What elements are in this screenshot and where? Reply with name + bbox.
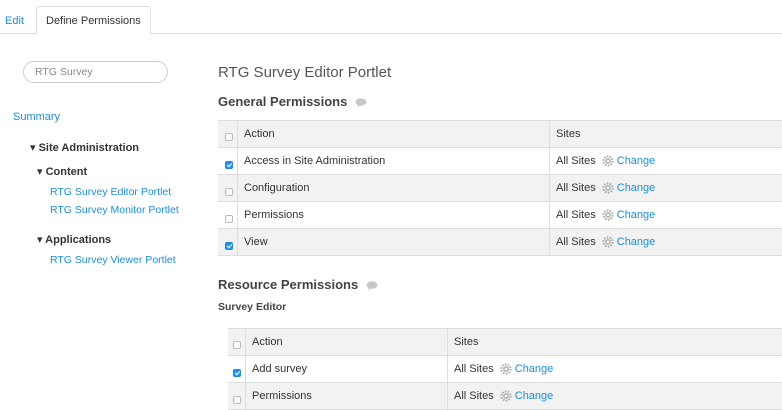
all-sites-text: All Sites xyxy=(454,390,494,402)
row-sites: All Sites Change xyxy=(549,202,782,228)
change-link[interactable]: Change xyxy=(602,155,656,167)
gear-icon xyxy=(602,182,614,194)
row-action: Configuration xyxy=(237,175,549,201)
general-permissions-heading: General Permissions xyxy=(218,94,367,109)
survey-editor-subtitle: Survey Editor xyxy=(218,301,287,313)
row-sites: All Sites Change xyxy=(549,229,782,255)
row-action: Access in Site Administration xyxy=(237,148,549,174)
row-checkbox[interactable] xyxy=(225,188,233,196)
speech-bubble-icon[interactable] xyxy=(366,280,378,291)
tab-define-permissions[interactable]: Define Permissions xyxy=(36,6,151,35)
search-input[interactable]: RTG Survey xyxy=(23,61,168,83)
table-row: Add survey All Sites Change xyxy=(228,356,782,383)
column-header-sites: Sites xyxy=(447,329,782,355)
row-checkbox[interactable] xyxy=(225,161,233,169)
all-sites-text: All Sites xyxy=(556,209,596,221)
general-permissions-table: Action Sites Access in Site Administrati… xyxy=(218,120,782,256)
table-row: Permissions All Sites Change xyxy=(228,383,782,410)
table-header-row: Action Sites xyxy=(218,121,782,148)
table-row: Configuration All Sites Change xyxy=(218,175,782,202)
tab-bar: Edit Define Permissions xyxy=(0,0,782,35)
row-sites: All Sites Change xyxy=(549,175,782,201)
row-sites: All Sites Change xyxy=(549,148,782,174)
gear-icon xyxy=(602,236,614,248)
nav-rtg-survey-viewer-portlet[interactable]: RTG Survey Viewer Portlet xyxy=(50,254,176,266)
column-header-action: Action xyxy=(237,121,549,147)
change-link[interactable]: Change xyxy=(500,363,554,375)
row-checkbox[interactable] xyxy=(225,215,233,223)
resource-permissions-title: Resource Permissions xyxy=(218,277,359,292)
change-link[interactable]: Change xyxy=(602,182,656,194)
row-checkbox[interactable] xyxy=(225,242,233,250)
all-sites-text: All Sites xyxy=(556,155,596,167)
resource-permissions-heading: Resource Permissions xyxy=(218,277,378,292)
row-sites: All Sites Change xyxy=(447,356,782,382)
speech-bubble-icon[interactable] xyxy=(355,97,367,108)
nav-applications[interactable]: ▾ Applications xyxy=(37,233,111,246)
change-label: Change xyxy=(514,390,554,402)
table-header-row: Action Sites xyxy=(228,329,782,356)
all-sites-text: All Sites xyxy=(454,363,494,375)
page-title: RTG Survey Editor Portlet xyxy=(218,64,392,81)
row-action: View xyxy=(237,229,549,255)
change-link[interactable]: Change xyxy=(602,209,656,221)
change-label: Change xyxy=(616,155,656,167)
change-label: Change xyxy=(616,236,656,248)
table-row: Permissions All Sites Change xyxy=(218,202,782,229)
row-sites: All Sites Change xyxy=(447,383,782,409)
nav-content[interactable]: ▾ Content xyxy=(37,165,87,178)
table-row: View All Sites Change xyxy=(218,229,782,256)
nav-rtg-survey-monitor-portlet[interactable]: RTG Survey Monitor Portlet xyxy=(50,204,179,216)
row-action: Permissions xyxy=(237,202,549,228)
row-checkbox[interactable] xyxy=(233,369,241,377)
all-sites-text: All Sites xyxy=(556,182,596,194)
column-header-action: Action xyxy=(245,329,447,355)
row-action: Add survey xyxy=(245,356,447,382)
change-label: Change xyxy=(514,363,554,375)
column-header-sites: Sites xyxy=(549,121,782,147)
table-row: Access in Site Administration All Sites … xyxy=(218,148,782,175)
nav-site-administration[interactable]: ▾ Site Administration xyxy=(30,141,139,154)
gear-icon xyxy=(602,155,614,167)
gear-icon xyxy=(602,209,614,221)
summary-link[interactable]: Summary xyxy=(13,111,60,123)
tab-edit[interactable]: Edit xyxy=(5,6,24,34)
general-permissions-title: General Permissions xyxy=(218,94,348,109)
row-action: Permissions xyxy=(245,383,447,409)
change-label: Change xyxy=(616,182,656,194)
all-sites-text: All Sites xyxy=(556,236,596,248)
gear-icon xyxy=(500,390,512,402)
change-label: Change xyxy=(616,209,656,221)
nav-rtg-survey-editor-portlet[interactable]: RTG Survey Editor Portlet xyxy=(50,186,171,198)
change-link[interactable]: Change xyxy=(602,236,656,248)
select-all-checkbox[interactable] xyxy=(233,341,241,349)
change-link[interactable]: Change xyxy=(500,390,554,402)
select-all-checkbox[interactable] xyxy=(225,133,233,141)
resource-permissions-table: Action Sites Add survey All Sites Change… xyxy=(228,328,782,410)
gear-icon xyxy=(500,363,512,375)
